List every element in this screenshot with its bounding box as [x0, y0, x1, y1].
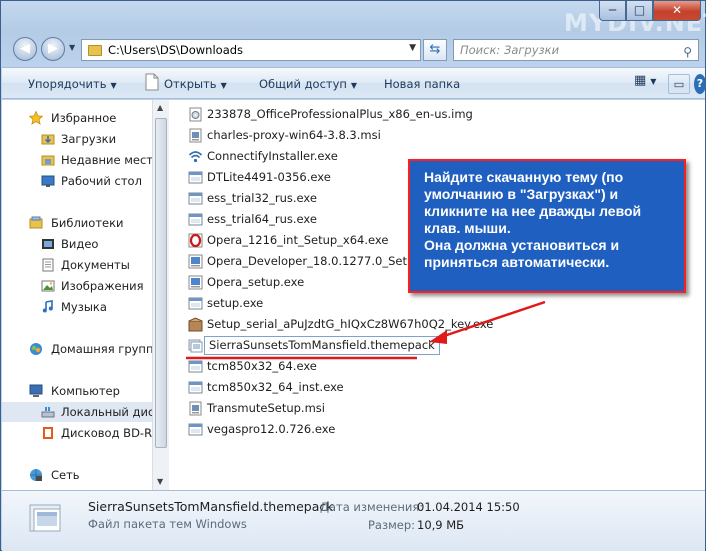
details-file-type: Файл пакета тем Windows	[88, 517, 247, 531]
details-size-value: 10,9 МБ	[417, 518, 465, 532]
annotation-overlay	[186, 300, 546, 360]
details-modified-value: 01.04.2014 15:50	[417, 500, 520, 514]
explorer-window: MYDIV.NET ─ □ ✕ ◀ ▶ ▼ C:\Users\DS\Downlo…	[0, 0, 706, 551]
details-pane: SierraSunsetsTomMansfield.themepack Файл…	[2, 490, 705, 551]
details-file-name: SierraSunsetsTomMansfield.themepack	[88, 499, 334, 514]
details-modified-label: Дата изменения:	[320, 500, 424, 514]
callout-arrow-head	[429, 330, 447, 344]
themepack-icon	[29, 504, 61, 532]
callout-arrow-line	[440, 300, 546, 339]
details-size-label: Размер:	[368, 518, 416, 532]
